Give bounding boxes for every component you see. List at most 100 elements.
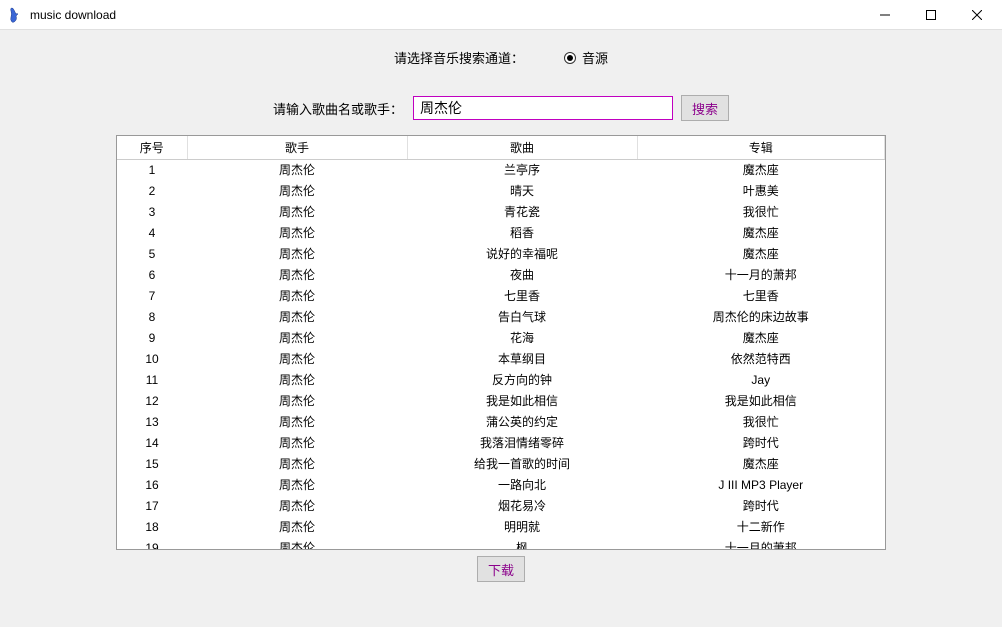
titlebar: music download <box>0 0 1002 30</box>
cell-artist: 周杰伦 <box>187 517 407 538</box>
cell-song: 明明就 <box>407 517 637 538</box>
table-row[interactable]: 15周杰伦给我一首歌的时间魔杰座 <box>117 454 885 475</box>
search-button[interactable]: 搜索 <box>681 95 729 121</box>
cell-idx: 8 <box>117 307 187 328</box>
cell-idx: 1 <box>117 160 187 182</box>
cell-artist: 周杰伦 <box>187 475 407 496</box>
cell-idx: 3 <box>117 202 187 223</box>
cell-song: 烟花易冷 <box>407 496 637 517</box>
cell-album: 魔杰座 <box>637 223 885 244</box>
minimize-button[interactable] <box>862 0 908 30</box>
cell-album: 魔杰座 <box>637 160 885 182</box>
table-row[interactable]: 2周杰伦晴天叶惠美 <box>117 181 885 202</box>
cell-album: 跨时代 <box>637 496 885 517</box>
cell-album: 我很忙 <box>637 202 885 223</box>
col-header-album[interactable]: 专辑 <box>637 136 885 160</box>
cell-artist: 周杰伦 <box>187 307 407 328</box>
search-input[interactable] <box>413 96 673 120</box>
table-row[interactable]: 10周杰伦本草纲目依然范特西 <box>117 349 885 370</box>
cell-artist: 周杰伦 <box>187 412 407 433</box>
col-header-artist[interactable]: 歌手 <box>187 136 407 160</box>
cell-song: 花海 <box>407 328 637 349</box>
table-row[interactable]: 11周杰伦反方向的钟Jay <box>117 370 885 391</box>
cell-album: 魔杰座 <box>637 244 885 265</box>
cell-song: 说好的幸福呢 <box>407 244 637 265</box>
cell-album: 叶惠美 <box>637 181 885 202</box>
table-row[interactable]: 5周杰伦说好的幸福呢魔杰座 <box>117 244 885 265</box>
window-controls <box>862 0 1000 30</box>
radio-icon <box>564 52 576 64</box>
table-row[interactable]: 18周杰伦明明就十二新作 <box>117 517 885 538</box>
cell-idx: 17 <box>117 496 187 517</box>
cell-album: 十二新作 <box>637 517 885 538</box>
cell-song: 我是如此相信 <box>407 391 637 412</box>
cell-artist: 周杰伦 <box>187 328 407 349</box>
table-row[interactable]: 13周杰伦蒲公英的约定我很忙 <box>117 412 885 433</box>
cell-artist: 周杰伦 <box>187 244 407 265</box>
cell-artist: 周杰伦 <box>187 181 407 202</box>
table-row[interactable]: 17周杰伦烟花易冷跨时代 <box>117 496 885 517</box>
table-row[interactable]: 9周杰伦花海魔杰座 <box>117 328 885 349</box>
cell-song: 一路向北 <box>407 475 637 496</box>
search-row: 请输入歌曲名或歌手： 搜索 <box>0 95 1002 121</box>
cell-album: 十一月的萧邦 <box>637 265 885 286</box>
table-row[interactable]: 12周杰伦我是如此相信我是如此相信 <box>117 391 885 412</box>
cell-idx: 15 <box>117 454 187 475</box>
channel-radio-source[interactable]: 音源 <box>564 48 608 67</box>
table-row[interactable]: 7周杰伦七里香七里香 <box>117 286 885 307</box>
table-row[interactable]: 1周杰伦兰亭序魔杰座 <box>117 160 885 182</box>
cell-song: 七里香 <box>407 286 637 307</box>
cell-song: 告白气球 <box>407 307 637 328</box>
cell-idx: 4 <box>117 223 187 244</box>
cell-artist: 周杰伦 <box>187 433 407 454</box>
content-area: 请选择音乐搜索通道： 音源 请输入歌曲名或歌手： 搜索 序号 歌手 歌曲 专辑 … <box>0 30 1002 627</box>
cell-song: 本草纲目 <box>407 349 637 370</box>
cell-idx: 13 <box>117 412 187 433</box>
cell-idx: 7 <box>117 286 187 307</box>
cell-song: 兰亭序 <box>407 160 637 182</box>
channel-row: 请选择音乐搜索通道： 音源 <box>0 48 1002 67</box>
cell-artist: 周杰伦 <box>187 538 407 550</box>
table-row[interactable]: 16周杰伦一路向北J III MP3 Player <box>117 475 885 496</box>
cell-idx: 10 <box>117 349 187 370</box>
cell-idx: 11 <box>117 370 187 391</box>
cell-song: 青花瓷 <box>407 202 637 223</box>
maximize-button[interactable] <box>908 0 954 30</box>
cell-song: 蒲公英的约定 <box>407 412 637 433</box>
col-header-index[interactable]: 序号 <box>117 136 187 160</box>
table-header-row: 序号 歌手 歌曲 专辑 <box>117 136 885 160</box>
col-header-song[interactable]: 歌曲 <box>407 136 637 160</box>
cell-idx: 12 <box>117 391 187 412</box>
cell-album: 周杰伦的床边故事 <box>637 307 885 328</box>
cell-artist: 周杰伦 <box>187 160 407 182</box>
table-row[interactable]: 19周杰伦枫十一月的萧邦 <box>117 538 885 550</box>
cell-idx: 19 <box>117 538 187 550</box>
download-row: 下载 <box>0 556 1002 582</box>
channel-prompt-label: 请选择音乐搜索通道： <box>394 48 524 67</box>
app-icon <box>8 7 24 23</box>
cell-artist: 周杰伦 <box>187 496 407 517</box>
cell-idx: 2 <box>117 181 187 202</box>
cell-idx: 9 <box>117 328 187 349</box>
close-button[interactable] <box>954 0 1000 30</box>
cell-song: 给我一首歌的时间 <box>407 454 637 475</box>
table-row[interactable]: 6周杰伦夜曲十一月的萧邦 <box>117 265 885 286</box>
cell-idx: 16 <box>117 475 187 496</box>
cell-album: 魔杰座 <box>637 454 885 475</box>
cell-artist: 周杰伦 <box>187 391 407 412</box>
window-title: music download <box>30 8 116 22</box>
download-button[interactable]: 下载 <box>477 556 525 582</box>
cell-idx: 5 <box>117 244 187 265</box>
cell-album: 魔杰座 <box>637 328 885 349</box>
results-table[interactable]: 序号 歌手 歌曲 专辑 1周杰伦兰亭序魔杰座2周杰伦晴天叶惠美3周杰伦青花瓷我很… <box>116 135 886 550</box>
table-row[interactable]: 14周杰伦我落泪情绪零碎跨时代 <box>117 433 885 454</box>
cell-artist: 周杰伦 <box>187 265 407 286</box>
table-row[interactable]: 4周杰伦稻香魔杰座 <box>117 223 885 244</box>
cell-album: 我是如此相信 <box>637 391 885 412</box>
cell-album: Jay <box>637 370 885 391</box>
cell-album: 七里香 <box>637 286 885 307</box>
cell-artist: 周杰伦 <box>187 223 407 244</box>
table-row[interactable]: 3周杰伦青花瓷我很忙 <box>117 202 885 223</box>
search-prompt-label: 请输入歌曲名或歌手： <box>273 99 403 118</box>
table-row[interactable]: 8周杰伦告白气球周杰伦的床边故事 <box>117 307 885 328</box>
